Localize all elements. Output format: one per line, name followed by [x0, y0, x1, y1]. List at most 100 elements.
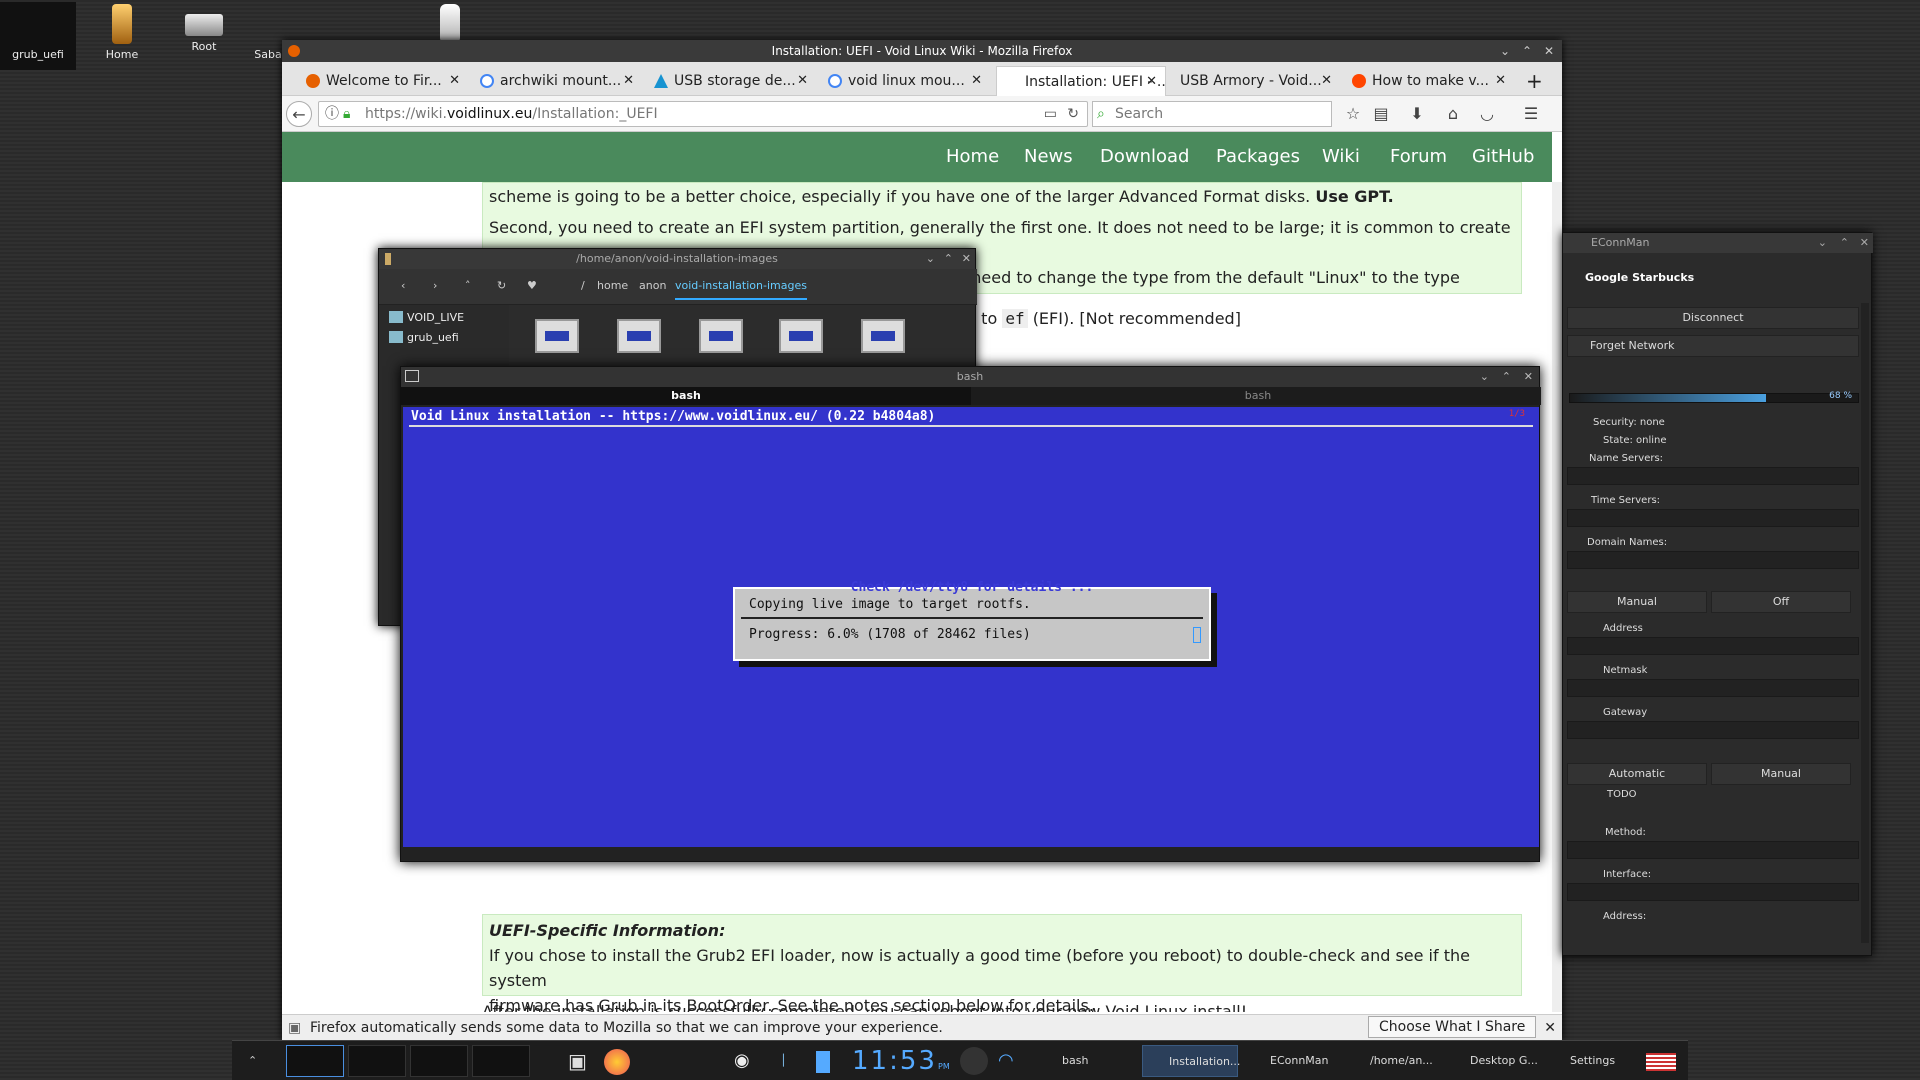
desktop-pager-1[interactable]: [286, 1045, 344, 1077]
taskbar-item-settings[interactable]: Settings: [1546, 1045, 1636, 1077]
method-field[interactable]: [1567, 841, 1859, 859]
time-servers-field[interactable]: [1567, 509, 1859, 527]
site-nav-github[interactable]: GitHub: [1472, 132, 1534, 182]
desktop-pager-3[interactable]: [410, 1045, 468, 1077]
us-flag-icon[interactable]: [1646, 1053, 1676, 1071]
minimize-icon[interactable]: ⌄: [1818, 233, 1827, 253]
tab-usb-storage[interactable]: USB storage de... ✕: [646, 66, 816, 96]
proxy-automatic-button[interactable]: Automatic: [1567, 763, 1707, 785]
close-tab-icon[interactable]: ✕: [1321, 66, 1332, 96]
tab-usb-armory[interactable]: USB Armory - Void... ✕: [1170, 66, 1340, 96]
maximize-icon[interactable]: ⌃: [1840, 233, 1849, 253]
netmask-field[interactable]: [1567, 679, 1859, 697]
site-nav-wiki[interactable]: Wiki: [1322, 132, 1360, 182]
favorite-icon[interactable]: ♥: [527, 279, 537, 292]
close-tab-icon[interactable]: ✕: [449, 66, 460, 96]
image-thumbnail[interactable]: [699, 319, 743, 353]
breadcrumb-home[interactable]: home: [597, 279, 628, 292]
maximize-icon[interactable]: ⌃: [1502, 367, 1511, 387]
interface-field[interactable]: [1567, 883, 1859, 901]
close-tab-icon[interactable]: ✕: [1495, 66, 1506, 96]
breadcrumb-void-installation-images[interactable]: void-installation-images: [675, 279, 807, 300]
lightbulb-icon[interactable]: ◉: [734, 1045, 750, 1077]
volume-knob-icon[interactable]: [960, 1047, 988, 1075]
desktop-icon-home[interactable]: Home: [84, 2, 160, 70]
up-icon[interactable]: ˄: [465, 279, 471, 292]
back-icon[interactable]: ←: [286, 101, 312, 127]
info-icon[interactable]: ⓘ: [325, 102, 339, 126]
terminal-screen[interactable]: Void Linux installation -- https://www.v…: [403, 407, 1539, 847]
desktop-pager-4[interactable]: [472, 1045, 530, 1077]
close-notification-icon[interactable]: ✕: [1544, 1015, 1556, 1041]
address-field[interactable]: [1567, 637, 1859, 655]
window-title-bar[interactable]: bash ⌄ ⌃ ✕: [401, 367, 1539, 387]
minimize-icon[interactable]: ⌄: [1494, 40, 1516, 62]
tab-archwiki[interactable]: archwiki mount... ✕: [472, 66, 642, 96]
breadcrumb-root[interactable]: /: [581, 279, 585, 292]
tab-welcome[interactable]: Welcome to Fir... ✕: [298, 66, 468, 96]
terminal-tab[interactable]: bash: [975, 387, 1541, 405]
window-title-bar[interactable]: /home/anon/void-installation-images ⌄ ⌃ …: [379, 249, 975, 269]
close-tab-icon[interactable]: ✕: [623, 66, 634, 96]
start-menu-icon[interactable]: ⌃: [248, 1045, 268, 1077]
forward-icon[interactable]: ›: [433, 279, 437, 292]
close-icon[interactable]: ✕: [1524, 367, 1533, 387]
tab-how-to-make[interactable]: How to make v... ✕: [1344, 66, 1514, 96]
name-servers-field[interactable]: [1567, 467, 1859, 485]
desktop-icon-root[interactable]: Root: [166, 2, 242, 70]
bookmark-star-icon[interactable]: ☆: [1340, 101, 1366, 127]
taskbar-item-file-manager[interactable]: /home/an...: [1344, 1045, 1440, 1077]
desktop-pager-2[interactable]: [348, 1045, 406, 1077]
site-nav-home[interactable]: Home: [946, 132, 999, 182]
reload-icon[interactable]: ↻: [497, 279, 506, 292]
search-input[interactable]: ⌕ Search: [1092, 101, 1332, 127]
tab-void-mount[interactable]: void linux mou... ✕: [820, 66, 990, 96]
forget-network-button[interactable]: Forget Network: [1567, 335, 1859, 357]
ipv4-off-button[interactable]: Off: [1711, 591, 1851, 613]
reader-view-icon[interactable]: ▭: [1044, 102, 1057, 126]
proxy-manual-button[interactable]: Manual: [1711, 763, 1851, 785]
site-nav-forum[interactable]: Forum: [1390, 132, 1447, 182]
choose-what-i-share-button[interactable]: Choose What I Share: [1368, 1016, 1537, 1038]
taskbar-item-firefox[interactable]: Installation...: [1142, 1045, 1240, 1077]
site-nav-download[interactable]: Download: [1100, 132, 1189, 182]
maximize-icon[interactable]: ⌃: [944, 249, 953, 269]
scrollbar[interactable]: [1552, 182, 1562, 1012]
home-icon[interactable]: ⌂: [1440, 101, 1466, 127]
breadcrumb-anon[interactable]: anon: [639, 279, 666, 292]
domain-names-field[interactable]: [1567, 551, 1859, 569]
site-nav-news[interactable]: News: [1024, 132, 1073, 182]
image-thumbnail[interactable]: [861, 319, 905, 353]
back-icon[interactable]: ‹: [401, 279, 405, 292]
close-icon[interactable]: ✕: [1538, 40, 1560, 62]
download-icon[interactable]: ⬇: [1404, 101, 1430, 127]
sidebar-item-void-live[interactable]: VOID_LIVE: [407, 311, 464, 324]
tab-installation-uefi[interactable]: Installation: UEFI - ... ✕: [996, 66, 1166, 96]
reload-icon[interactable]: ↻: [1067, 102, 1079, 126]
close-tab-icon[interactable]: ✕: [797, 66, 808, 96]
image-thumbnail[interactable]: [779, 319, 823, 353]
new-tab-icon[interactable]: +: [1518, 66, 1548, 96]
scrollbar[interactable]: [1861, 303, 1869, 943]
ipv4-manual-button[interactable]: Manual: [1567, 591, 1707, 613]
taskbar-item-desktop[interactable]: Desktop G...: [1444, 1045, 1540, 1077]
close-tab-icon[interactable]: ✕: [971, 66, 982, 96]
minimize-icon[interactable]: ⌄: [926, 249, 935, 269]
terminal-tab-active[interactable]: bash: [401, 387, 971, 405]
maximize-icon[interactable]: ⌃: [1516, 40, 1538, 62]
taskbar-item-econnman[interactable]: EConnMan: [1242, 1045, 1338, 1077]
firefox-launcher-icon[interactable]: [604, 1049, 630, 1075]
sidebar-item-grub-uefi[interactable]: grub_uefi: [407, 331, 459, 344]
image-thumbnail[interactable]: [617, 319, 661, 353]
window-title-bar[interactable]: Installation: UEFI - Void Linux Wiki - M…: [282, 40, 1562, 62]
reading-list-icon[interactable]: ▤: [1368, 101, 1394, 127]
close-icon[interactable]: ✕: [962, 249, 971, 269]
image-thumbnail[interactable]: [535, 319, 579, 353]
url-bar[interactable]: ⓘ 🔒︎ https://wiki.voidlinux.eu/Installat…: [318, 101, 1088, 127]
wifi-icon[interactable]: ◠: [998, 1045, 1014, 1077]
window-title-bar[interactable]: EConnMan ⌄ ⌃ ✕: [1563, 233, 1873, 253]
close-tab-icon[interactable]: ✕: [1146, 67, 1157, 96]
disconnect-button[interactable]: Disconnect: [1567, 307, 1859, 329]
site-nav-packages[interactable]: Packages: [1216, 132, 1300, 182]
desktop-icon-grub-uefi[interactable]: grub_uefi: [0, 2, 76, 70]
